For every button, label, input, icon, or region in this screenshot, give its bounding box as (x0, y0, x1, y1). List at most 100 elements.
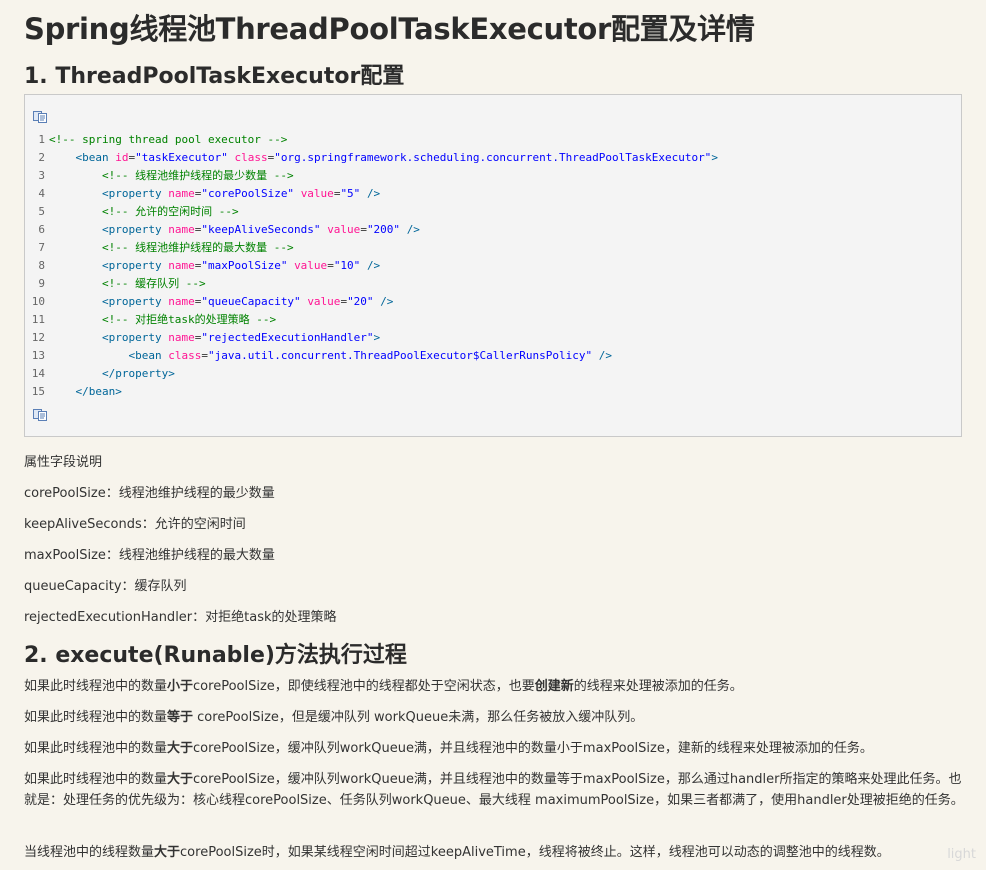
code-token: <!-- 对拒绝task的处理策略 --> (101, 313, 277, 326)
field-item: queueCapacity：缓存队列 (24, 579, 187, 594)
code-line: 14 </property> (25, 365, 961, 383)
line-number: 11 (31, 313, 45, 326)
copy-code-bottom-icon[interactable] (33, 409, 47, 421)
line-number: 1 (38, 133, 45, 146)
line-number: 13 (31, 349, 45, 362)
line-number: 5 (38, 205, 45, 218)
line-number: 7 (38, 241, 45, 254)
code-token: <!-- 允许的空闲时间 --> (101, 205, 239, 218)
code-token: <!-- 线程池维护线程的最大数量 --> (101, 241, 294, 254)
code-line: 6 <property name = "keepAliveSeconds" valu… (25, 221, 961, 239)
line-number: 4 (38, 187, 45, 200)
code-token: <bean (128, 349, 169, 362)
line-number: 6 (38, 223, 45, 236)
copy-code-top-icon[interactable] (33, 111, 47, 123)
field-item: corePoolSize：线程池维护线程的最少数量 (24, 486, 275, 501)
code-line: 7 <!-- 线程池维护线程的最大数量 --> (25, 239, 961, 257)
code-token: name (168, 331, 195, 344)
line-number: 8 (38, 259, 45, 272)
code-token: "queueCapacity" (201, 295, 308, 308)
code-token: value (327, 223, 361, 236)
code-lines: 1 <!-- spring thread pool executor --> 2 <… (25, 131, 961, 401)
code-token: "keepAliveSeconds" (201, 223, 328, 236)
code-token: class (234, 151, 268, 164)
section-1-heading: 1. ThreadPoolTaskExecutor配置 (24, 64, 405, 89)
code-line: 3 <!-- 线程池维护线程的最少数量 --> (25, 167, 961, 185)
line-number: 14 (31, 367, 45, 380)
code-token: "5" (340, 187, 367, 200)
line-number: 15 (31, 385, 45, 398)
code-line: 1 <!-- spring thread pool executor --> (25, 131, 961, 149)
code-token: "java.util.concurrent.ThreadPoolExecutor… (207, 349, 599, 362)
code-token: id (115, 151, 129, 164)
code-token: > (711, 151, 718, 164)
field-item: maxPoolSize：线程池维护线程的最大数量 (24, 548, 275, 563)
code-token: /> (366, 187, 381, 200)
field-item: keepAliveSeconds：允许的空闲时间 (24, 517, 246, 532)
code-token: name (168, 295, 195, 308)
code-token: > (373, 331, 381, 344)
line-number: 12 (31, 331, 45, 344)
code-token: value (307, 295, 341, 308)
code-token: = (327, 259, 334, 272)
paragraph-less-than: 如果此时线程池中的数量小于corePoolSize，即使线程池中的线程都处于空闲… (24, 679, 743, 694)
line-number: 9 (38, 277, 45, 290)
code-token: = (360, 223, 367, 236)
code-line: 4 <property name="corePoolSize" value="5… (25, 185, 961, 203)
code-token: <property (101, 223, 169, 236)
code-token: </bean> (75, 385, 122, 398)
code-token: "org.springframework.scheduling.concurre… (274, 151, 712, 164)
code-token: "10" (333, 259, 367, 272)
code-token: "maxPoolSize" (201, 259, 295, 272)
code-token: <property (101, 187, 169, 200)
paragraph-greater: 如果此时线程池中的数量大于corePoolSize，缓冲队列workQueue满… (24, 741, 873, 756)
code-token: <property (101, 259, 169, 272)
code-line: 15 </bean> (25, 383, 961, 401)
code-token: = (201, 349, 208, 362)
code-line: 10 <property name="queueCapacity" value=… (25, 293, 961, 311)
code-line: 13 <bean class="java.util.concurrent.Thr… (25, 347, 961, 365)
fields-intro: 属性字段说明 (24, 455, 103, 470)
code-line: 2 <bean id="taskExecutor" class="org.spr… (25, 149, 961, 167)
code-token: /> (406, 223, 420, 236)
code-token: value (294, 259, 328, 272)
line-number: 2 (38, 151, 45, 164)
code-token: name (168, 223, 195, 236)
code-token: /> (366, 259, 381, 272)
code-token: <!-- 线程池维护线程的最少数量 --> (101, 169, 294, 182)
code-line: 8 <property name="maxPoolSize" value="10… (25, 257, 961, 275)
code-line: 12 <property name="rejectedExecutionHand… (25, 329, 961, 347)
code-token: /> (598, 349, 612, 362)
code-token: name (168, 259, 195, 272)
code-token: name (168, 187, 195, 200)
code-token: <!-- 缓存队列 --> (101, 277, 206, 290)
code-token: "rejectedExecutionHandler" (201, 331, 374, 344)
code-token: <bean (75, 151, 116, 164)
code-token: <property (101, 295, 169, 308)
paragraph-equal: 如果此时线程池中的数量等于 corePoolSize，但是缓冲队列 workQu… (24, 710, 644, 725)
field-item: rejectedExecutionHandler：对拒绝task的处理策略 (24, 610, 337, 625)
code-token: "corePoolSize" (201, 187, 301, 200)
paragraph-idle: 当线程池中的线程数量大于corePoolSize时，如果某线程空闲时间超过kee… (24, 845, 890, 860)
code-token: "200" (366, 223, 407, 236)
paragraph-greater-max: 如果此时线程池中的数量大于corePoolSize，缓冲队列workQueue满… (24, 772, 964, 808)
code-token: <!-- spring thread pool executor --> (49, 133, 288, 146)
watermark: light (947, 847, 976, 862)
code-block: 1 <!-- spring thread pool executor --> 2 <… (24, 94, 962, 437)
code-line: 11 <!-- 对拒绝task的处理策略 --> (25, 311, 961, 329)
code-token: </property> (101, 367, 175, 380)
code-token: class (168, 349, 202, 362)
